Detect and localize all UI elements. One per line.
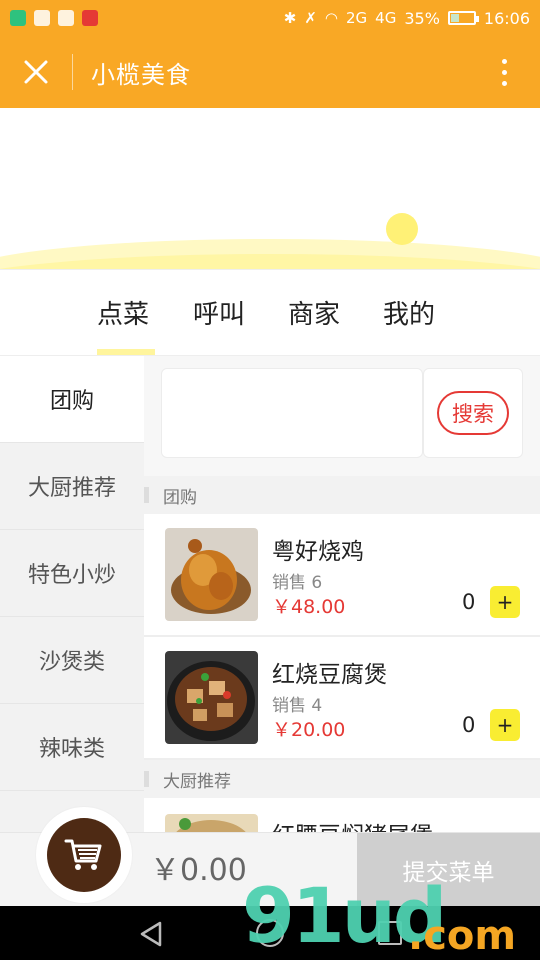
title-bar: 小榄美食	[0, 36, 540, 108]
back-icon[interactable]	[138, 920, 164, 948]
more-vertical-icon	[501, 69, 507, 75]
active-tab-indicator	[97, 349, 155, 355]
main-tabs: 点菜 呼叫 商家 我的	[0, 270, 540, 356]
cart-icon	[64, 839, 102, 870]
signal-label: 2G	[345, 9, 368, 27]
tab-call[interactable]: 呼叫	[193, 294, 245, 331]
notification-app-icon	[10, 10, 26, 26]
dish-name: 红烧豆腐煲	[272, 662, 387, 688]
vibrate-icon: ✗	[304, 9, 317, 27]
clock: 16:06	[483, 8, 530, 28]
battery-percent: 35%	[404, 8, 440, 28]
battery-level	[450, 14, 459, 22]
close-icon	[24, 60, 48, 84]
wifi-icon: ◠	[324, 9, 338, 27]
notification-image-icon	[34, 10, 50, 26]
dish-name: 粤好烧鸡	[272, 539, 364, 565]
dish-sales: 销售 6	[272, 573, 323, 593]
dish-item: 红腰豆焖猪尾煲	[144, 798, 540, 832]
sidebar-item-stir-fry[interactable]: 特色小炒	[0, 530, 144, 617]
dish-item: 粤好烧鸡 销售 6 ￥48.00 0 +	[144, 514, 540, 637]
tab-mine[interactable]: 我的	[383, 294, 435, 331]
page-title: 小榄美食	[91, 60, 191, 89]
more-vertical-icon	[501, 58, 507, 64]
dish-quantity: 0	[462, 590, 476, 614]
banner	[0, 108, 540, 270]
search-button-container: 搜索	[423, 368, 523, 458]
dish-image-pork-tail-claypot	[165, 814, 258, 832]
search-button[interactable]: 搜索	[437, 391, 509, 435]
network-label: 4G	[375, 9, 397, 27]
bluetooth-icon: ✱	[283, 9, 297, 27]
dish-price: ￥20.00	[272, 719, 346, 741]
section-marker	[144, 771, 149, 787]
dish-quantity: 0	[462, 713, 476, 737]
dish-name: 红腰豆焖猪尾煲	[272, 816, 433, 832]
section-header-chef-recommend: 大厨推荐	[144, 760, 540, 798]
status-bar: ✱ ✗ ◠ 2G 4G 35% 16:06	[0, 0, 540, 36]
more-vertical-icon	[501, 80, 507, 86]
tab-merchant[interactable]: 商家	[288, 294, 340, 331]
banner-sun-decoration	[386, 213, 418, 245]
cart-total: ￥0.00	[150, 853, 247, 888]
dish-image-tofu-claypot	[165, 651, 258, 744]
tab-order[interactable]: 点菜	[97, 294, 149, 331]
close-button[interactable]	[0, 36, 72, 108]
more-options-button[interactable]	[468, 36, 540, 108]
dish-sales: 销售 4	[272, 696, 323, 716]
dish-image-roast-chicken	[165, 528, 258, 621]
battery-icon	[447, 11, 479, 25]
add-dish-button[interactable]: +	[490, 586, 520, 618]
category-sidebar: 团购 大厨推荐 特色小炒 沙煲类 辣味类	[0, 356, 144, 832]
notification-alert-icon	[82, 10, 98, 26]
search-input[interactable]	[161, 368, 423, 458]
dish-item: 红烧豆腐煲 销售 4 ￥20.00 0 +	[144, 637, 540, 760]
notification-media-icon	[58, 10, 74, 26]
cart-button[interactable]	[47, 818, 121, 892]
title-divider	[72, 54, 73, 90]
section-title: 大厨推荐	[163, 771, 231, 792]
sidebar-item-claypot[interactable]: 沙煲类	[0, 617, 144, 704]
sidebar-item-spicy[interactable]: 辣味类	[0, 704, 144, 791]
section-marker	[144, 487, 149, 503]
dish-price: ￥48.00	[272, 596, 346, 618]
sidebar-item-group-buy[interactable]: 团购	[0, 356, 144, 443]
cart-button-container	[36, 807, 132, 903]
section-header-group-buy: 团购	[144, 476, 540, 514]
add-dish-button[interactable]: +	[490, 709, 520, 741]
search-row: 搜索	[144, 356, 540, 476]
watermark-logo-suffix: .com	[408, 913, 517, 959]
section-title: 团购	[163, 487, 197, 508]
sidebar-item-chef-recommend[interactable]: 大厨推荐	[0, 443, 144, 530]
